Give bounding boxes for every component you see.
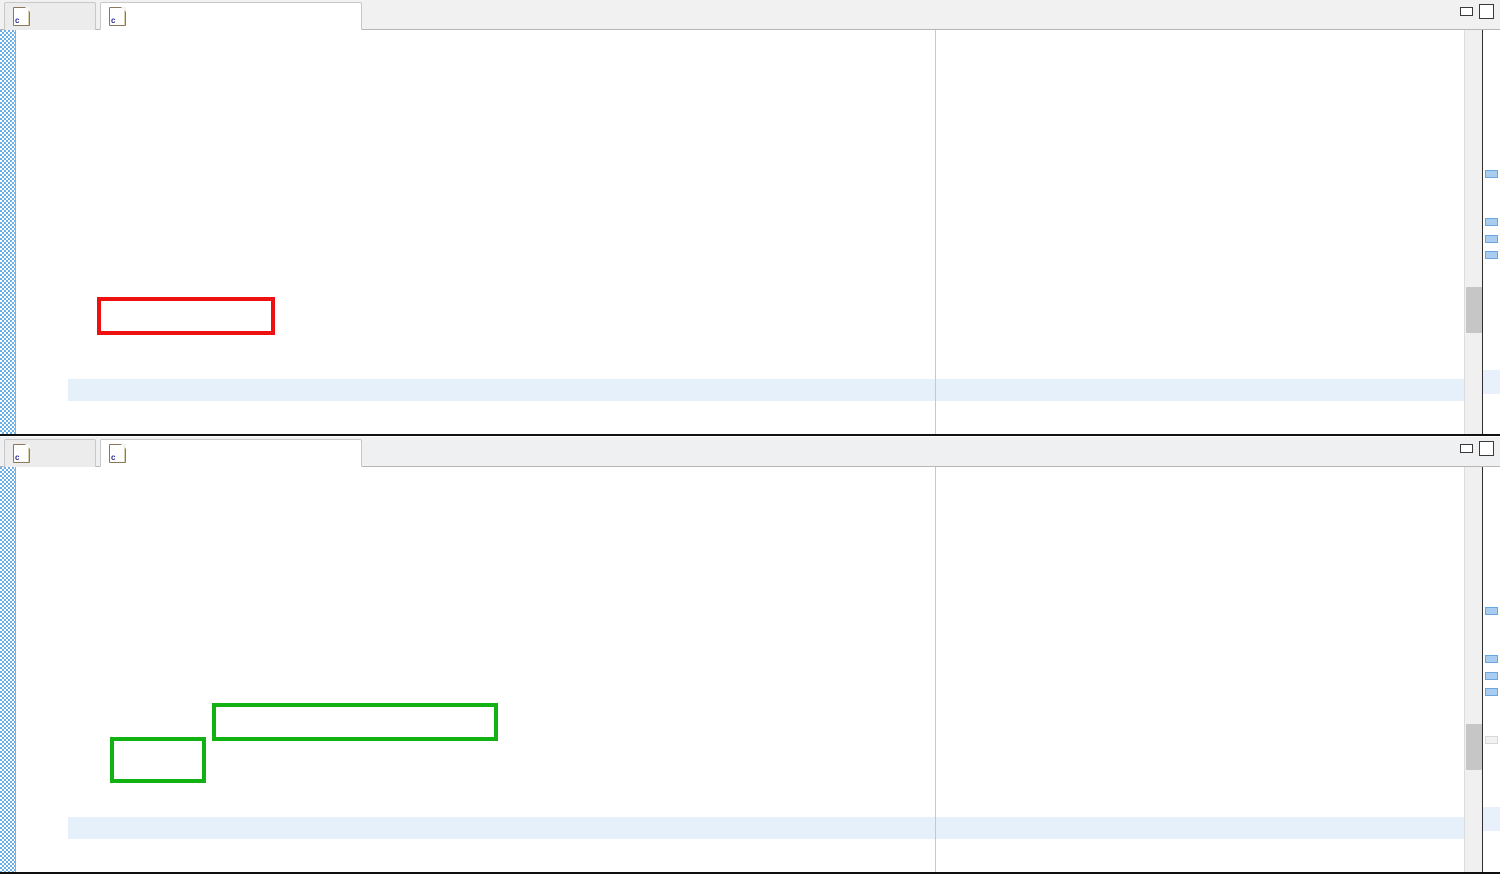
tabbar-before: c c — [0, 0, 1500, 30]
code-text-before[interactable] — [68, 30, 1500, 436]
overview-ruler-top[interactable] — [1482, 30, 1500, 436]
ruler-current-line-strip — [1483, 370, 1500, 394]
editor-pane-before: c c — [0, 0, 1500, 437]
ruler-mark[interactable] — [1485, 218, 1498, 226]
scrollbar-thumb[interactable] — [1466, 287, 1482, 333]
window-controls-bottom — [1460, 441, 1494, 456]
tab-app-c-bottom[interactable]: c — [4, 439, 96, 467]
change-indicator-bar — [0, 467, 16, 874]
c-file-icon: c — [13, 444, 30, 463]
scrollbar-thumb[interactable] — [1466, 724, 1482, 770]
c-file-icon: c — [109, 444, 126, 463]
overview-ruler-bottom[interactable] — [1482, 467, 1500, 874]
tab-app-c-top[interactable]: c — [4, 2, 96, 30]
minimize-icon[interactable] — [1460, 444, 1473, 453]
ruler-mark[interactable] — [1485, 607, 1498, 615]
minimize-icon[interactable] — [1460, 7, 1473, 16]
maximize-icon[interactable] — [1479, 441, 1494, 456]
c-file-icon: c — [13, 7, 30, 26]
line-number-gutter — [16, 30, 68, 436]
tab-sli-si91x-multithreaded-c-top[interactable]: c — [100, 2, 362, 30]
vertical-scrollbar-top[interactable] — [1464, 30, 1482, 436]
ruler-mark[interactable] — [1485, 655, 1498, 663]
code-editor-after[interactable] — [0, 467, 1500, 874]
annotation-green-box-printf — [110, 737, 206, 783]
editor-pane-after: c c — [0, 437, 1500, 875]
pane-divider — [0, 434, 1500, 436]
window-bottom-edge — [0, 872, 1500, 874]
tabbar-after: c c — [0, 437, 1500, 467]
ruler-mark[interactable] — [1485, 170, 1498, 178]
tab-sli-si91x-multithreaded-c-bottom[interactable]: c — [100, 439, 362, 467]
ruler-mark[interactable] — [1485, 688, 1498, 696]
window-controls-top — [1460, 4, 1494, 19]
annotation-callout-update-sl-debug-log — [212, 703, 498, 741]
maximize-icon[interactable] — [1479, 4, 1494, 19]
code-editor-before[interactable] — [0, 30, 1500, 436]
ruler-mark[interactable] — [1485, 672, 1498, 680]
code-text-after[interactable] — [68, 467, 1500, 874]
c-file-icon: c — [109, 7, 126, 26]
annotation-red-box-sl-debug-log — [97, 297, 275, 335]
ruler-current-line-strip — [1483, 807, 1500, 831]
ruler-mark[interactable] — [1485, 235, 1498, 243]
vertical-scrollbar-bottom[interactable] — [1464, 467, 1482, 874]
change-indicator-bar — [0, 30, 16, 436]
ruler-mark[interactable] — [1485, 736, 1498, 744]
ruler-mark[interactable] — [1485, 251, 1498, 259]
line-number-gutter — [16, 467, 68, 874]
